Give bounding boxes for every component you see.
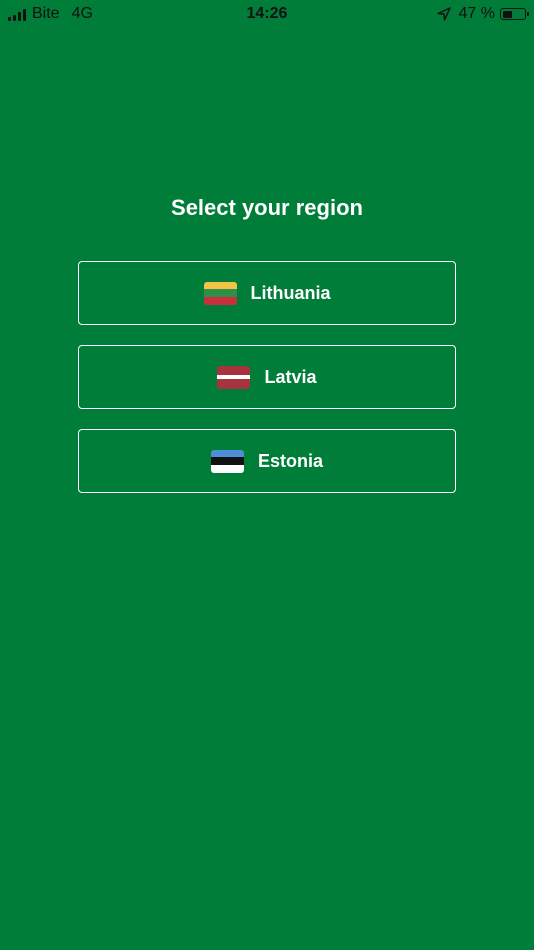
region-list: Lithuania Latvia Estonia — [78, 261, 456, 513]
battery-percent: 47 % — [458, 5, 495, 22]
location-arrow-icon — [436, 7, 451, 21]
estonia-flag-icon — [210, 449, 244, 473]
page-title: Select your region — [171, 195, 363, 220]
region-button-estonia[interactable]: Estonia — [78, 429, 456, 493]
status-bar-right: 47 % — [436, 5, 529, 23]
latvia-flag-icon — [217, 365, 251, 389]
lithuania-flag-icon — [203, 281, 237, 305]
region-label: Estonia — [257, 450, 323, 471]
region-button-latvia[interactable]: Latvia — [78, 345, 456, 409]
region-button-lithuania[interactable]: Lithuania — [78, 261, 456, 325]
battery-icon — [500, 8, 529, 20]
battery-fill — [502, 10, 512, 18]
status-bar: Bite 4G 14:26 47 % — [0, 0, 534, 28]
region-label: Latvia — [264, 366, 317, 387]
region-label: Lithuania — [250, 282, 331, 303]
